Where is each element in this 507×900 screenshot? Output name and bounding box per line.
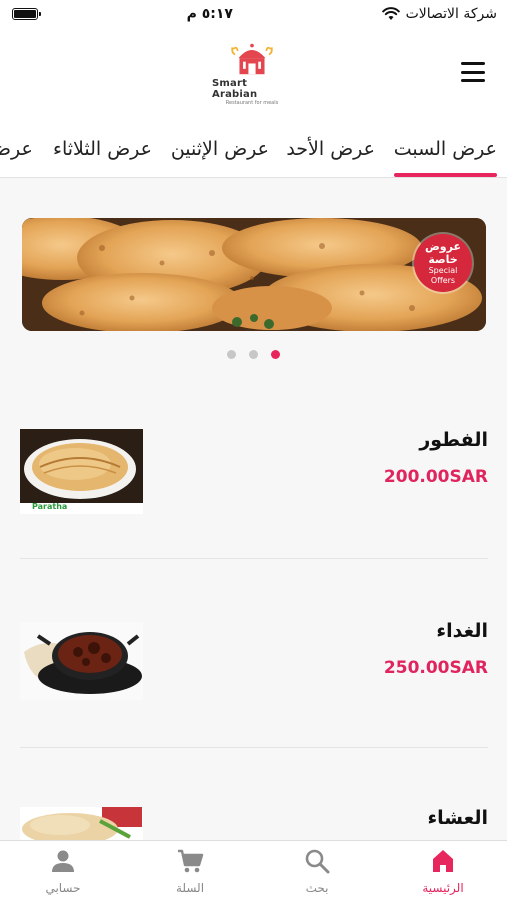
carousel-pagination <box>0 350 507 362</box>
carousel-dot-2[interactable] <box>249 350 258 359</box>
meal-image-lunch <box>20 622 143 700</box>
cart-icon <box>178 849 204 873</box>
meal-item-lunch[interactable]: الغداء 250.00SAR <box>20 620 488 730</box>
tab-tuesday-offer[interactable]: عرض الثلاثاء <box>53 138 152 160</box>
nav-account[interactable]: حسابي <box>18 847 108 899</box>
special-offers-badge: عروض خاصة Special Offers <box>414 234 472 292</box>
nav-label: السلة <box>175 881 205 895</box>
meal-price: 200.00SAR <box>383 467 488 487</box>
status-right: شركة الاتصالات <box>381 6 497 22</box>
tab-monday-offer[interactable]: عرض الإثنين <box>171 138 269 160</box>
badge-line-4: Offers <box>430 275 456 285</box>
status-bar: ٥:١٧ م شركة الاتصالات <box>0 0 507 28</box>
badge-line-2: خاصة <box>428 252 458 266</box>
status-time: ٥:١٧ م <box>186 6 233 22</box>
carousel-dot-1[interactable] <box>227 350 236 359</box>
hamburger-menu-icon[interactable] <box>461 62 485 82</box>
nav-search[interactable]: بحث <box>272 847 362 899</box>
meal-image-caption: Paratha <box>32 502 68 511</box>
bottom-navigation: حسابي السلة بحث الرئيسية <box>0 840 507 900</box>
carousel-dot-3[interactable] <box>271 350 280 359</box>
app-header: Smart Arabian Restaurant for meals <box>0 28 507 120</box>
meal-title: الغداء <box>436 620 488 642</box>
meal-item-breakfast[interactable]: Paratha الفطور 200.00SAR <box>20 429 488 539</box>
tab-next-offer[interactable]: عرض <box>0 138 33 160</box>
meal-image-dinner <box>20 807 143 841</box>
meal-item-dinner[interactable]: العشاء <box>20 807 488 841</box>
person-icon <box>52 850 74 872</box>
nav-home[interactable]: الرئيسية <box>398 847 488 899</box>
divider <box>20 558 488 559</box>
meal-image-breakfast: Paratha <box>20 429 143 514</box>
nav-label: الرئيسية <box>422 881 464 895</box>
wifi-icon <box>381 7 400 20</box>
meal-price: 250.00SAR <box>383 658 488 678</box>
nav-label: حسابي <box>45 881 81 895</box>
divider <box>20 747 488 748</box>
logo-subtitle: Restaurant for meals <box>225 100 279 106</box>
meal-title: العشاء <box>427 807 488 829</box>
nav-cart[interactable]: السلة <box>145 847 235 899</box>
home-icon <box>433 850 453 872</box>
logo-title: Smart Arabian <box>212 78 258 100</box>
nav-label: بحث <box>305 881 329 895</box>
restaurant-logo-icon <box>231 43 273 75</box>
tab-sunday-offer[interactable]: عرض الأحد <box>286 138 375 160</box>
badge-line-1: عروض <box>425 240 461 254</box>
badge-line-3: Special <box>428 266 458 276</box>
restaurant-logo[interactable]: Smart Arabian Restaurant for meals <box>212 42 292 106</box>
search-icon <box>305 849 330 874</box>
day-offer-tabs: عرض السبت عرض الأحد عرض الإثنين عرض الثل… <box>0 120 507 178</box>
meal-title: الفطور <box>419 429 488 451</box>
battery-icon <box>12 8 41 20</box>
tab-saturday-offer[interactable]: عرض السبت <box>393 138 498 177</box>
offers-banner[interactable]: عروض خاصة Special Offers <box>22 218 486 331</box>
carrier-name: شركة الاتصالات <box>405 6 497 22</box>
